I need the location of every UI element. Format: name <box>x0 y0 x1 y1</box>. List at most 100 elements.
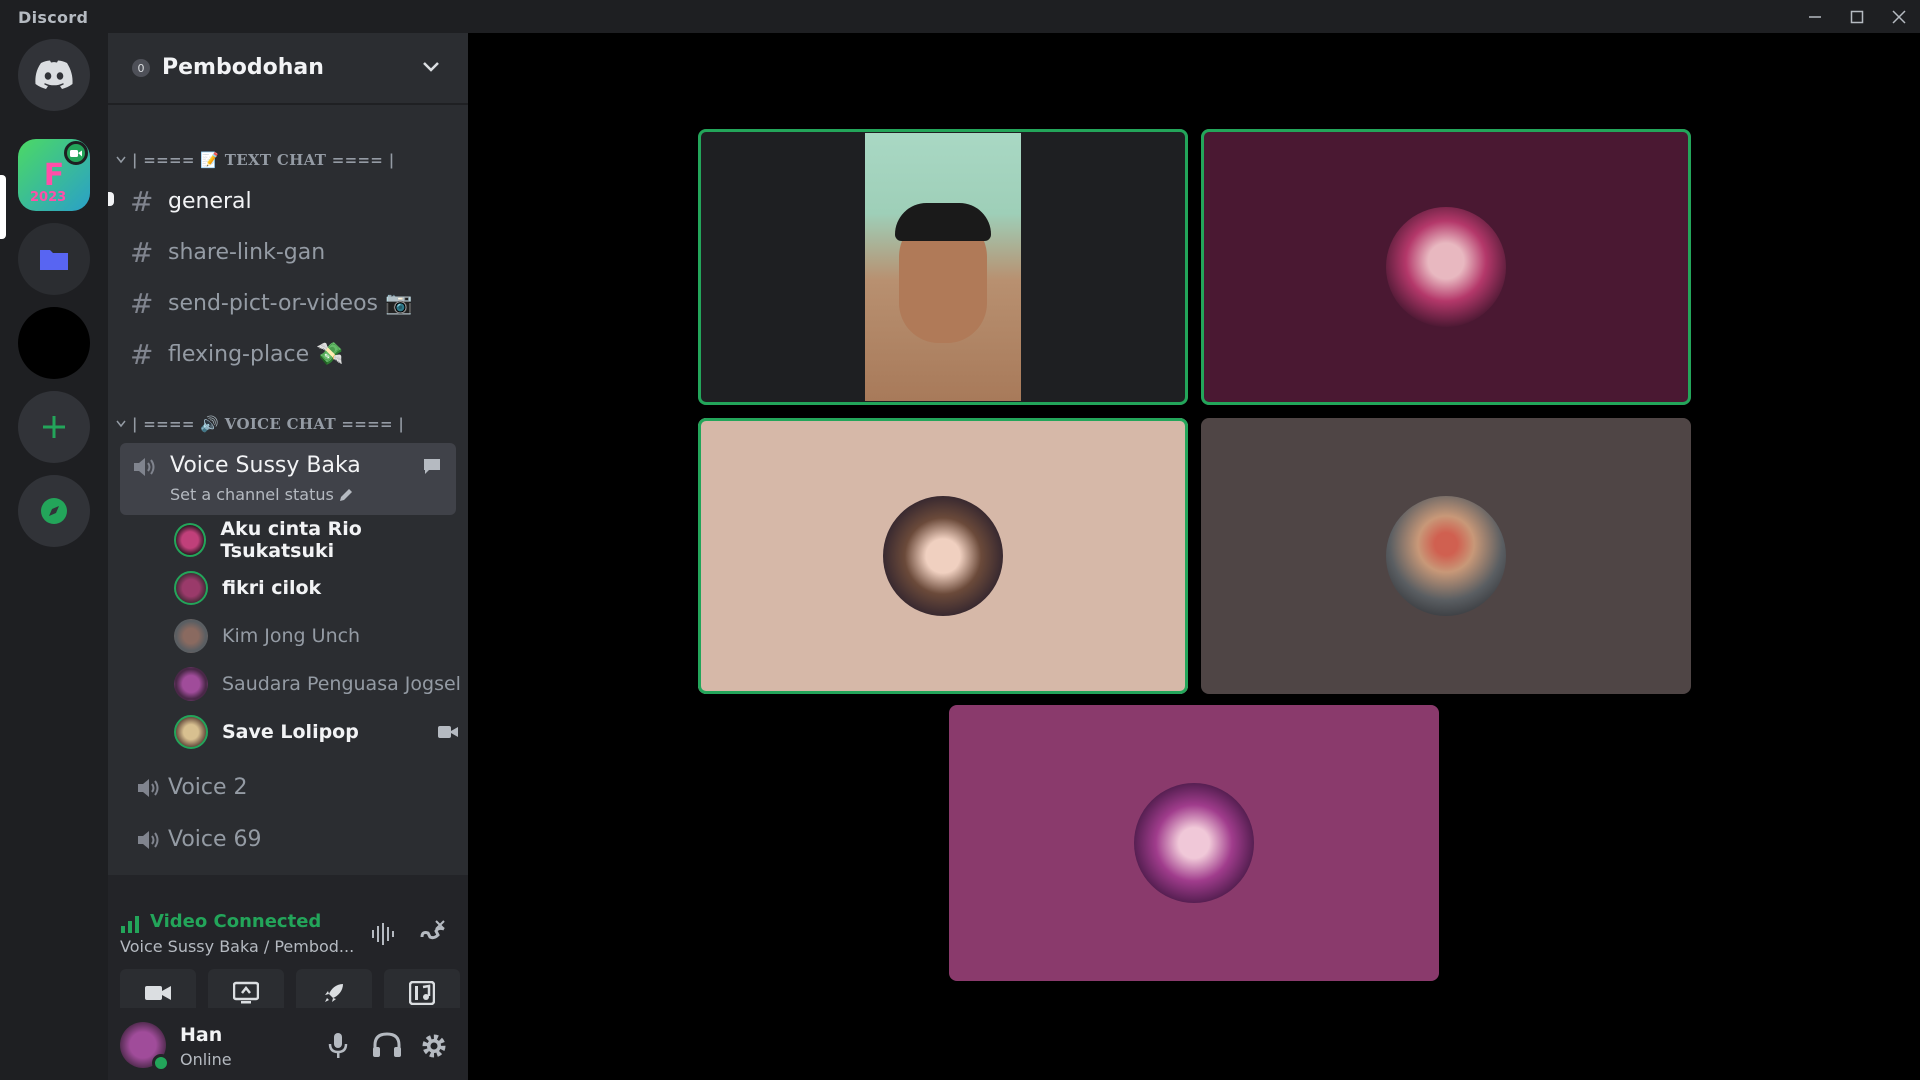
channel-name: flexing-place 💸 <box>168 342 344 367</box>
category-label: | ==== 🔊 VOICE CHAT ==== | <box>132 415 405 433</box>
channel-share-link-gan[interactable]: # share-link-gan <box>130 236 325 269</box>
rocket-icon <box>325 984 343 1002</box>
member-name: fikri cilok <box>222 577 322 599</box>
video-grid <box>468 33 1920 1080</box>
member-name: Saudara Penguasa Jogsel <box>222 673 461 695</box>
channel-flexing-place[interactable]: # flexing-place 💸 <box>130 338 344 371</box>
avatar <box>174 523 207 557</box>
gear-icon[interactable] <box>420 1032 448 1060</box>
close-icon <box>1892 9 1906 24</box>
signal-icon[interactable] <box>120 915 140 933</box>
category-text-chat[interactable]: | ==== 📝 TEXT CHAT ==== | <box>116 151 394 169</box>
connection-status: Video Connected <box>150 911 322 932</box>
minimize-icon <box>1809 15 1821 18</box>
channel-name: Voice 69 <box>168 827 262 852</box>
tile-avatar-4[interactable] <box>949 705 1439 981</box>
explore-button[interactable] <box>18 475 90 547</box>
hash-icon: # <box>130 338 154 371</box>
plus-icon <box>43 416 65 438</box>
voice-member[interactable]: fikri cilok <box>174 569 321 607</box>
server-rail: F 2023 <box>0 33 108 1080</box>
member-name: Save Lolipop <box>222 721 359 743</box>
maximize-button[interactable] <box>1836 0 1878 33</box>
chat-bubble-icon[interactable] <box>422 457 442 475</box>
close-window-button[interactable] <box>1878 0 1920 33</box>
guild-header[interactable]: 0 Pembodohan <box>108 33 468 105</box>
voice-member[interactable]: Aku cinta Rio Tsukatsuki <box>174 518 468 562</box>
voice-channel-sussy-baka[interactable]: Voice Sussy Baka Set a channel status <box>120 443 456 515</box>
chevron-down-icon <box>423 62 439 72</box>
username[interactable]: Han <box>180 1024 222 1046</box>
server-fiesta-2023[interactable]: F 2023 <box>18 139 90 211</box>
voice-channel-name: Voice Sussy Baka <box>170 453 361 478</box>
video-camera-icon <box>145 986 171 1000</box>
camera-video <box>865 133 1021 401</box>
pencil-icon[interactable] <box>338 487 354 503</box>
folder-icon <box>40 250 68 270</box>
discord-logo-icon <box>35 60 73 89</box>
noise-suppression-icon[interactable] <box>370 923 398 945</box>
user-status: Online <box>180 1050 232 1069</box>
unread-indicator <box>108 192 114 206</box>
channel-name: general <box>168 189 252 214</box>
server-folder[interactable] <box>18 223 90 295</box>
add-server-button[interactable] <box>18 391 90 463</box>
chevron-down-icon <box>116 420 126 428</box>
tile-camera-feed[interactable] <box>698 129 1188 405</box>
member-name: Kim Jong Unch <box>222 625 361 647</box>
hash-icon: # <box>130 236 154 269</box>
voice-channel-2[interactable]: Voice 2 <box>130 775 248 800</box>
voice-member[interactable]: Save Lolipop <box>174 713 462 751</box>
connection-location[interactable]: Voice Sussy Baka / Pembod... <box>120 937 354 956</box>
channel-general[interactable]: # general <box>130 185 252 218</box>
speaker-icon <box>134 458 155 476</box>
home-button[interactable] <box>18 39 90 111</box>
avatar <box>174 667 208 701</box>
disconnect-icon[interactable] <box>418 919 446 947</box>
channel-name: share-link-gan <box>168 240 326 265</box>
channel-sidebar: 0 Pembodohan | ==== 📝 TEXT CHAT ==== | #… <box>108 33 468 1080</box>
channel-send-pict-or-videos[interactable]: # send-pict-or-videos 📷 <box>130 287 412 320</box>
chevron-down-icon <box>116 156 126 164</box>
avatar <box>174 619 208 653</box>
title-bar: Discord <box>0 0 1920 33</box>
channel-name: send-pict-or-videos 📷 <box>168 291 413 316</box>
minimize-button[interactable] <box>1794 0 1836 33</box>
microphone-icon[interactable] <box>328 1032 348 1060</box>
tile-avatar-3[interactable] <box>1201 418 1691 694</box>
avatar <box>174 571 208 605</box>
speaker-icon <box>138 778 159 797</box>
hash-icon: # <box>130 185 154 218</box>
server-dark[interactable] <box>18 307 90 379</box>
tile-avatar-1[interactable] <box>1201 129 1691 405</box>
channel-name: Voice 2 <box>168 775 248 800</box>
avatar <box>1386 207 1506 327</box>
guild-name: Pembodohan <box>162 55 324 80</box>
video-badge-icon <box>64 141 88 165</box>
avatar <box>1134 783 1254 903</box>
tile-avatar-2[interactable] <box>698 418 1188 694</box>
category-label: | ==== 📝 TEXT CHAT ==== | <box>132 151 395 169</box>
voice-channel-69[interactable]: Voice 69 <box>130 827 262 852</box>
voice-member[interactable]: Saudara Penguasa Jogsel <box>174 665 461 703</box>
member-name: Aku cinta Rio Tsukatsuki <box>220 518 362 562</box>
speaker-icon <box>138 830 159 849</box>
category-voice-chat[interactable]: | ==== 🔊 VOICE CHAT ==== | <box>116 415 404 433</box>
server-icon-letter: F <box>43 157 65 193</box>
voice-member[interactable]: Kim Jong Unch <box>174 617 360 655</box>
active-server-indicator <box>0 175 6 239</box>
avatar <box>174 715 208 749</box>
video-camera-icon <box>438 726 458 738</box>
compass-icon <box>41 498 67 524</box>
user-panel: Han Online <box>108 1008 468 1080</box>
avatar <box>1386 496 1506 616</box>
screen-share-icon <box>233 981 259 1004</box>
server-icon-year: 2023 <box>30 190 67 205</box>
app-title: Discord <box>18 8 89 27</box>
soundboard-icon <box>409 981 435 1005</box>
headphones-icon[interactable] <box>372 1032 402 1058</box>
hair-shape <box>895 203 991 241</box>
avatar <box>883 496 1003 616</box>
boost-badge-icon: 0 <box>132 59 150 77</box>
channel-status-button[interactable]: Set a channel status <box>170 485 334 504</box>
